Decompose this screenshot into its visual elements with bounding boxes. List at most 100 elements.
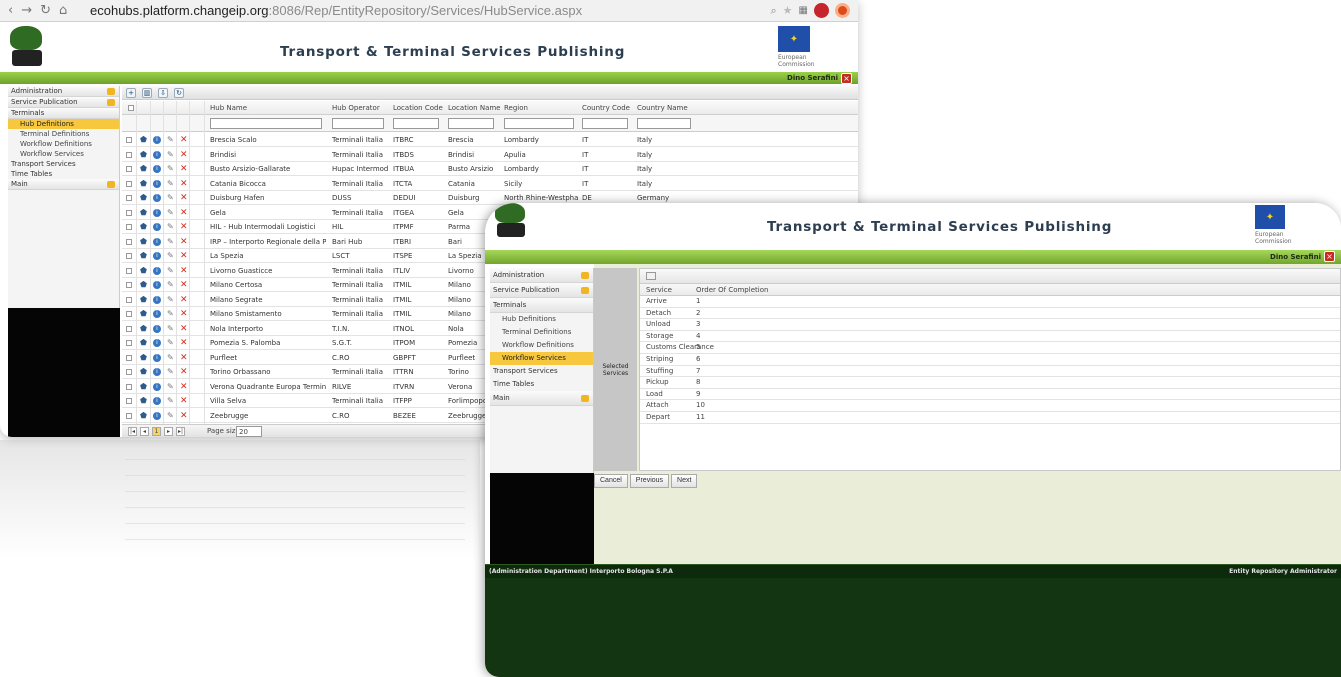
first-page-icon[interactable]: |◂ <box>128 427 137 436</box>
globe-icon[interactable]: ⬟ <box>140 136 148 144</box>
column-header[interactable]: Country Name <box>637 101 688 115</box>
column-header[interactable]: Hub Name <box>210 101 247 115</box>
edit-icon[interactable]: ✎ <box>167 412 174 420</box>
select-all-checkbox[interactable] <box>128 105 134 111</box>
prev-page-icon[interactable]: ◂ <box>140 427 149 436</box>
delete-icon[interactable]: ✕ <box>180 267 188 275</box>
row-checkbox[interactable] <box>126 253 132 259</box>
menu-administration[interactable]: Administration <box>8 86 119 97</box>
table-icon[interactable] <box>646 272 656 280</box>
globe-icon[interactable]: ⬟ <box>140 267 148 275</box>
menu-workflow-definitions[interactable]: Workflow Definitions <box>490 339 593 352</box>
row-checkbox[interactable] <box>126 311 132 317</box>
row-checkbox[interactable] <box>126 369 132 375</box>
row-checkbox[interactable] <box>126 282 132 288</box>
row-checkbox[interactable] <box>126 195 132 201</box>
globe-icon[interactable]: ⬟ <box>140 151 148 159</box>
menu-terminals[interactable]: Terminals <box>8 108 119 119</box>
edit-icon[interactable]: ✎ <box>167 383 174 391</box>
row-checkbox[interactable] <box>126 137 132 143</box>
globe-icon[interactable]: ⬟ <box>140 281 148 289</box>
info-icon[interactable]: i <box>153 136 161 144</box>
edit-icon[interactable]: ✎ <box>167 151 174 159</box>
menu-main[interactable]: Main <box>490 391 593 406</box>
forward-icon[interactable]: → <box>21 3 32 18</box>
row-checkbox[interactable] <box>126 296 132 303</box>
info-icon[interactable]: i <box>153 411 161 420</box>
row-checkbox[interactable] <box>126 354 132 361</box>
table-row[interactable]: ⬟ i ✎ ✕ Catania Bicocca Terminali Italia ITCTA… <box>122 176 858 191</box>
table-row[interactable]: ⬟ i ✎ ✕ Busto Arsizio-Gallarate Hupac Intermo… <box>122 162 858 177</box>
globe-icon[interactable]: ⬟ <box>140 397 148 405</box>
delete-icon[interactable]: ✕ <box>180 223 188 231</box>
cancel-button[interactable]: Cancel <box>594 474 628 488</box>
menu-terminal-definitions[interactable]: Terminal Definitions <box>490 326 593 339</box>
info-icon[interactable]: i <box>153 208 161 217</box>
zoom-icon[interactable]: ⌕ <box>771 4 777 18</box>
logout-icon[interactable]: × <box>841 73 852 84</box>
edit-icon[interactable]: ✎ <box>167 354 174 362</box>
opera-icon[interactable] <box>835 3 850 18</box>
menu-time-tables[interactable]: Time Tables <box>8 169 119 179</box>
delete-icon[interactable]: ✕ <box>180 165 188 173</box>
info-icon[interactable]: i <box>153 397 161 405</box>
filter-input[interactable] <box>637 118 691 129</box>
info-icon[interactable]: i <box>153 237 161 246</box>
edit-icon[interactable]: ✎ <box>167 339 174 347</box>
info-icon[interactable]: i <box>153 368 161 376</box>
previous-button[interactable]: Previous <box>629 474 670 488</box>
filter-input[interactable] <box>582 118 628 129</box>
info-icon[interactable]: i <box>153 382 161 391</box>
edit-icon[interactable]: ✎ <box>167 136 174 144</box>
table-row[interactable]: Pickup 8 <box>640 377 1340 389</box>
row-checkbox[interactable] <box>126 412 132 419</box>
table-row[interactable]: ⬟ i ✎ ✕ Brindisi Terminali Italia ITBDS Brindis… <box>122 147 858 162</box>
edit-icon[interactable]: ✎ <box>167 194 174 202</box>
edit-icon[interactable]: ✎ <box>167 397 174 405</box>
menu-terminal-definitions[interactable]: Terminal Definitions <box>8 129 119 139</box>
column-header[interactable]: Country Code <box>582 101 630 115</box>
column-header[interactable]: Location Code <box>393 101 443 115</box>
info-icon[interactable]: i <box>153 310 161 318</box>
table-row[interactable]: ⬟ i ✎ ✕ Brescia Scalo Terminali Italia ITBRC Br… <box>122 133 858 148</box>
info-icon[interactable]: i <box>153 223 161 231</box>
menu-service-publication[interactable]: Service Publication <box>490 283 593 298</box>
edit-icon[interactable]: ✎ <box>167 180 174 188</box>
delete-icon[interactable]: ✕ <box>180 310 188 318</box>
page-size-select[interactable]: 20 <box>236 426 262 437</box>
next-button[interactable]: Next <box>671 474 698 488</box>
row-checkbox[interactable] <box>126 224 132 230</box>
row-checkbox[interactable] <box>126 340 132 346</box>
delete-icon[interactable]: ✕ <box>180 151 188 159</box>
row-checkbox[interactable] <box>126 238 132 245</box>
star-icon[interactable]: ★ <box>783 4 793 17</box>
column-header[interactable]: Region <box>504 101 528 115</box>
menu-terminals[interactable]: Terminals <box>490 298 593 313</box>
delete-icon[interactable]: ✕ <box>180 325 188 333</box>
home-icon[interactable]: ⌂ <box>59 3 67 18</box>
info-icon[interactable]: i <box>153 266 161 275</box>
row-checkbox[interactable] <box>126 209 132 216</box>
add-icon[interactable]: + <box>126 88 136 98</box>
row-checkbox[interactable] <box>126 383 132 390</box>
edit-icon[interactable]: ✎ <box>167 368 174 376</box>
adblock-icon[interactable] <box>814 3 829 18</box>
menu-hub-definitions[interactable]: Hub Definitions <box>490 313 593 326</box>
globe-icon[interactable]: ⬟ <box>140 325 148 333</box>
table-row[interactable]: Attach 10 <box>640 400 1340 412</box>
table-row[interactable]: Unload 3 <box>640 319 1340 331</box>
menu-workflow-services[interactable]: Workflow Services <box>8 149 119 159</box>
filter-input[interactable] <box>210 118 322 129</box>
delete-icon[interactable]: ▥ <box>142 88 152 98</box>
table-row[interactable]: Arrive 1 <box>640 296 1340 308</box>
globe-icon[interactable]: ⬟ <box>140 339 148 347</box>
table-row[interactable]: Storage 4 <box>640 331 1340 343</box>
edit-icon[interactable]: ✎ <box>167 296 174 304</box>
globe-icon[interactable]: ⬟ <box>140 223 148 231</box>
column-header[interactable]: Hub Operator <box>332 101 380 115</box>
globe-icon[interactable]: ⬟ <box>140 165 148 173</box>
edit-icon[interactable]: ✎ <box>167 281 174 289</box>
info-icon[interactable]: i <box>153 324 161 333</box>
edit-icon[interactable]: ✎ <box>167 209 174 217</box>
edit-icon[interactable]: ✎ <box>167 165 174 173</box>
